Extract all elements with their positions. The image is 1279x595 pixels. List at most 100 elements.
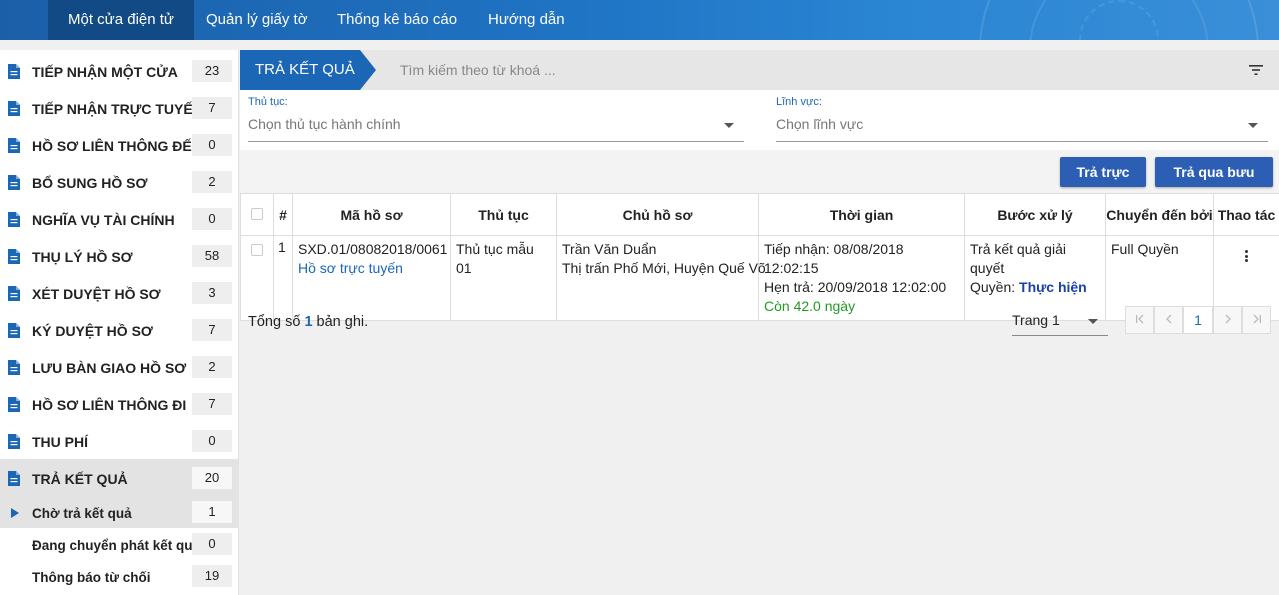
procedure-placeholder: Chọn thủ tục hành chính — [248, 116, 401, 132]
sidebar-item-count: 0 — [192, 430, 232, 452]
sidebar-item-count: 3 — [192, 282, 232, 304]
document-icon — [8, 434, 20, 449]
document-icon — [8, 471, 20, 486]
record-type-link[interactable]: Hồ sơ trực tuyến — [298, 259, 445, 278]
due-time: Hẹn trả: 20/09/2018 12:02:00 — [764, 279, 947, 295]
nav-item-quan-ly-giay-to[interactable]: Quản lý giấy tờ — [186, 0, 328, 40]
sidebar-item-ho-so-lien-thong-di[interactable]: HỒ SƠ LIÊN THÔNG ĐI 7 — [0, 385, 239, 422]
direct-return-button[interactable]: Trả trực tiếp — [1060, 157, 1146, 210]
field-select[interactable]: Lĩnh vực: Chọn lĩnh vực — [776, 96, 1268, 142]
field-underline — [248, 141, 744, 142]
postal-return-button[interactable]: Trả qua bưu chính — [1155, 157, 1273, 210]
sidebar-subitem-count: 0 — [192, 533, 232, 555]
sidebar-item-label: THU PHÍ — [32, 434, 88, 450]
sidebar-subitem-cho-tra-ket-qua[interactable]: Chờ trả kết quả 1 — [0, 496, 239, 528]
prev-page-button[interactable] — [1154, 306, 1183, 334]
sidebar-item-nghia-vu-tai-chinh[interactable]: NGHĨA VỤ TÀI CHÍNH 0 — [0, 200, 239, 237]
sidebar-item-count: 7 — [192, 393, 232, 415]
step-label: Trả kết quả giải quyết — [970, 241, 1066, 276]
top-navigation-bar: Một cửa điện tử Quản lý giấy tờ Thống kê… — [0, 0, 1279, 40]
header-time: Thời gian — [758, 193, 965, 236]
sidebar-item-luu-ban-giao-ho-so[interactable]: LƯU BÀN GIAO HỒ SƠ 2 — [0, 348, 239, 385]
document-icon — [8, 212, 20, 227]
received-time: Tiếp nhận: 08/08/2018 12:02:15 — [764, 241, 904, 276]
sidebar-subitem-count: 19 — [192, 565, 232, 587]
owner-address: Thị trấn Phố Mới, Huyện Quế Võ — [562, 260, 766, 276]
filter-panel: Thủ tục: Chọn thủ tục hành chính Lĩnh vự… — [240, 90, 1279, 150]
header-procedure: Thủ tục — [450, 193, 557, 236]
chevron-right-icon — [1225, 314, 1231, 324]
procedure-select[interactable]: Thủ tục: Chọn thủ tục hành chính — [248, 96, 744, 142]
header-step: Bước xử lý — [964, 193, 1106, 236]
record-code: SXD.01/08082018/0061 — [298, 241, 448, 257]
nav-item-huong-dan[interactable]: Hướng dẫn — [468, 0, 585, 40]
sidebar-item-count: 2 — [192, 171, 232, 193]
sidebar-item-count: 7 — [192, 319, 232, 341]
permission-label: Quyền: — [970, 279, 1016, 295]
sidebar-item-label: TRẢ KẾT QUẢ — [32, 471, 128, 487]
sidebar-item-label: XÉT DUYỆT HỒ SƠ — [32, 286, 161, 302]
sidebar-item-xet-duyet-ho-so[interactable]: XÉT DUYỆT HỒ SƠ 3 — [0, 274, 239, 311]
more-vertical-icon[interactable] — [1245, 250, 1248, 262]
header-code: Mã hồ sơ — [292, 193, 451, 236]
sidebar-subitem-dang-chuyen-phat[interactable]: Đang chuyển phát kết quả 0 — [0, 528, 239, 560]
sidebar-item-thu-phi[interactable]: THU PHÍ 0 — [0, 422, 239, 459]
row-checkbox[interactable] — [251, 244, 263, 256]
pagination: 1 — [1125, 306, 1271, 334]
table-header-row: # Mã hồ sơ Thủ tục Chủ hồ sơ Thời gian B… — [240, 193, 1279, 236]
sidebar-item-ky-duyet-ho-so[interactable]: KÝ DUYỆT HỒ SƠ 7 — [0, 311, 239, 348]
chevron-down-icon — [1248, 123, 1258, 128]
document-icon — [8, 249, 20, 264]
sidebar-item-tra-ket-qua[interactable]: TRẢ KẾT QUẢ 20 — [0, 459, 239, 496]
document-icon — [8, 323, 20, 338]
current-page-button[interactable]: 1 — [1183, 306, 1213, 334]
sidebar-item-count: 2 — [192, 356, 232, 378]
sidebar-item-count: 0 — [192, 134, 232, 156]
document-icon — [8, 397, 20, 412]
sidebar-item-label: THỤ LÝ HỒ SƠ — [32, 249, 133, 265]
first-page-icon — [1135, 314, 1143, 324]
sidebar-subitem-thong-bao-tu-choi[interactable]: Thông báo từ chối 19 — [0, 560, 239, 592]
field-label: Lĩnh vực: — [776, 96, 822, 108]
first-page-button[interactable] — [1125, 306, 1154, 334]
select-all-checkbox-cell[interactable] — [240, 193, 274, 236]
nav-item-thong-ke-bao-cao[interactable]: Thống kê báo cáo — [317, 0, 477, 40]
owner-name: Trần Văn Duẩn — [562, 241, 657, 257]
search-input[interactable] — [400, 58, 1000, 82]
sidebar-item-tiep-nhan-mot-cua[interactable]: TIẾP NHẬN MỘT CỬA 23 — [0, 52, 239, 89]
last-page-icon — [1253, 314, 1261, 324]
nav-item-mot-cua-dien-tu[interactable]: Một cửa điện tử — [48, 0, 194, 40]
action-bar: Trả trực tiếp Trả qua bưu chính — [240, 150, 1279, 210]
sidebar-item-label: HỒ SƠ LIÊN THÔNG ĐI — [32, 397, 187, 413]
total-count: 1 — [304, 314, 313, 330]
sidebar-item-tiep-nhan-truc-tuyen[interactable]: TIẾP NHẬN TRỰC TUYẾN 7 — [0, 89, 239, 126]
table-footer: Tổng số 1 bản ghi. Trang 1 1 — [240, 298, 1279, 348]
sidebar-item-label: KÝ DUYỆT HỒ SƠ — [32, 323, 153, 339]
sidebar-item-label: TIẾP NHẬN MỘT CỬA — [32, 64, 178, 80]
document-icon — [8, 101, 20, 116]
sidebar-item-bo-sung-ho-so[interactable]: BỔ SUNG HỒ SƠ 2 — [0, 163, 239, 200]
select-all-checkbox[interactable] — [251, 207, 263, 220]
chevron-down-icon — [1088, 319, 1098, 324]
sidebar-item-count: 58 — [192, 245, 232, 267]
chevron-down-icon — [724, 123, 734, 128]
sidebar-item-count: 0 — [192, 208, 232, 230]
sidebar-item-ho-so-lien-thong-den[interactable]: HỒ SƠ LIÊN THÔNG ĐẾN 0 — [0, 126, 239, 163]
header-index: # — [273, 193, 293, 236]
sidebar-subitem-label: Chờ trả kết quả — [32, 506, 132, 521]
chevron-left-icon — [1165, 314, 1171, 324]
section-title: TRẢ KẾT QUẢ — [240, 50, 376, 90]
permission-line: Quyền: Thực hiện — [970, 278, 1100, 297]
caret-right-icon — [11, 508, 19, 518]
sidebar: TIẾP NHẬN MỘT CỬA 23 TIẾP NHẬN TRỰC TUYẾ… — [0, 50, 239, 595]
header-forwarded-by: Chuyển đến bởi — [1105, 193, 1214, 236]
filter-icon[interactable] — [1249, 64, 1263, 76]
sidebar-item-label: TIẾP NHẬN TRỰC TUYẾN — [32, 101, 203, 117]
page-select[interactable]: Trang 1 — [1012, 308, 1108, 336]
last-page-button[interactable] — [1242, 306, 1271, 334]
sidebar-item-label: BỔ SUNG HỒ SƠ — [32, 175, 148, 191]
total-suffix: bản ghi. — [316, 314, 369, 330]
sidebar-item-label: LƯU BÀN GIAO HỒ SƠ — [32, 360, 187, 376]
sidebar-item-thu-ly-ho-so[interactable]: THỤ LÝ HỒ SƠ 58 — [0, 237, 239, 274]
next-page-button[interactable] — [1213, 306, 1242, 334]
